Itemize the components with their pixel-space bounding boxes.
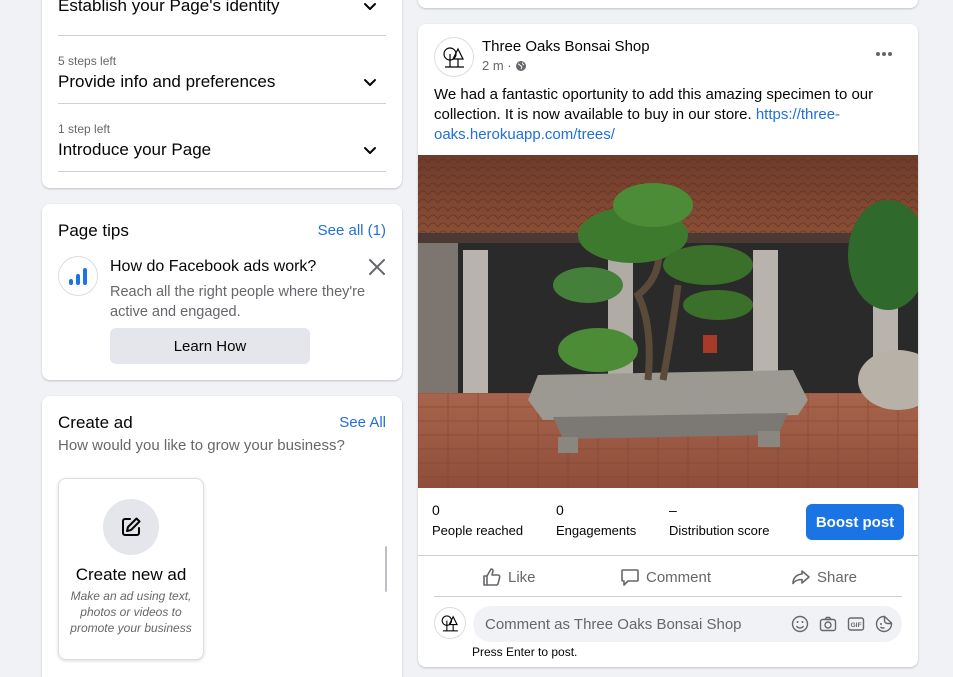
create-new-ad-description: Make an ad using text, photos or videos … (70, 589, 192, 635)
boost-post-button[interactable]: Boost post (806, 504, 904, 540)
previous-card (418, 0, 918, 8)
edit-icon (103, 499, 159, 555)
tip-description: Reach all the right people where they're… (110, 284, 366, 320)
step-remaining: 5 steps left (58, 54, 117, 68)
scrollbar[interactable] (385, 546, 387, 592)
metric-engagements: 0 Engagements (556, 502, 636, 538)
metric-value: – (669, 502, 677, 518)
page-tips-title: Page tips (58, 221, 129, 240)
tip-heading: How do Facebook ads work? (110, 258, 317, 275)
gif-icon[interactable]: GIF (847, 615, 865, 633)
post-author[interactable]: Three Oaks Bonsai Shop (482, 38, 650, 55)
metric-label: People reached (432, 523, 524, 538)
post-card: Three Oaks Bonsai Shop 2 m · We had a fa… (418, 24, 918, 667)
divider (434, 596, 902, 597)
share-arrow-icon (792, 570, 810, 585)
post-timestamp: 2 m · (482, 58, 527, 73)
metric-distribution-score: – Distribution score (669, 502, 769, 538)
like-label: Like (508, 568, 536, 586)
comment-composer: GIF (473, 606, 902, 642)
page-setup-card: Establish your Page's identity 5 steps l… (42, 0, 402, 188)
comment-input[interactable] (485, 606, 775, 642)
create-ad-card: Create ad See All How would you like to … (42, 396, 402, 677)
like-button[interactable]: Like (482, 566, 536, 588)
tree-logo-icon (443, 47, 464, 68)
step-title: Provide info and preferences (58, 72, 276, 91)
comment-label: Comment (646, 568, 712, 586)
chevron-down-icon (364, 3, 376, 10)
thumbs-up-icon (483, 568, 501, 586)
chevron-down-icon (364, 147, 376, 154)
create-ad-subtitle: How would you like to grow your business… (58, 437, 345, 454)
post-text: We had a fantastic oportunity to add thi… (434, 85, 894, 145)
avatar[interactable] (434, 37, 474, 77)
camera-icon[interactable] (819, 615, 837, 633)
metric-people-reached: 0 People reached (432, 502, 523, 538)
metric-label: Distribution score (669, 523, 770, 538)
globe-icon (515, 60, 526, 71)
create-new-ad-title: Create new ad (75, 565, 187, 584)
metric-value: 0 (432, 502, 440, 518)
share-button[interactable]: Share (791, 566, 857, 588)
comment-bubble-icon (621, 569, 639, 586)
see-all-ads-link[interactable]: See All (339, 414, 386, 431)
step-remaining: 1 step left (58, 122, 111, 136)
press-enter-hint: Press Enter to post. (472, 645, 578, 659)
create-new-ad-tile[interactable]: Create new ad Make an ad using text, pho… (58, 478, 204, 660)
comment-avatar[interactable] (434, 607, 466, 639)
setup-step-info[interactable]: 5 steps left Provide info and preference… (58, 54, 386, 104)
bonsai-photo[interactable] (418, 155, 918, 488)
create-ad-title: Create ad (58, 413, 133, 432)
divider (418, 555, 918, 556)
metric-value: 0 (556, 502, 564, 518)
chevron-down-icon (364, 79, 376, 86)
svg-text:GIF: GIF (851, 622, 862, 629)
more-options-icon[interactable] (874, 44, 894, 64)
emoji-icon[interactable] (791, 615, 809, 633)
setup-step-identity[interactable]: Establish your Page's identity (58, 0, 386, 36)
learn-how-button[interactable]: Learn How (110, 328, 310, 364)
tree-logo-icon (441, 615, 458, 632)
post-time-text: 2 m · (482, 58, 512, 73)
setup-step-introduce[interactable]: 1 step left Introduce your Page (58, 122, 386, 172)
metric-label: Engagements (556, 523, 637, 538)
bar-chart-icon (58, 256, 98, 296)
step-title: Introduce your Page (58, 140, 212, 159)
sticker-icon[interactable] (875, 615, 893, 633)
comment-button[interactable]: Comment (620, 566, 711, 588)
share-label: Share (817, 568, 858, 586)
step-title: Establish your Page's identity (58, 0, 280, 15)
close-icon[interactable] (368, 258, 386, 276)
page-tips-card: Page tips See all (1) How do Facebook ad… (42, 204, 402, 380)
see-all-tips-link[interactable]: See all (1) (318, 222, 386, 239)
